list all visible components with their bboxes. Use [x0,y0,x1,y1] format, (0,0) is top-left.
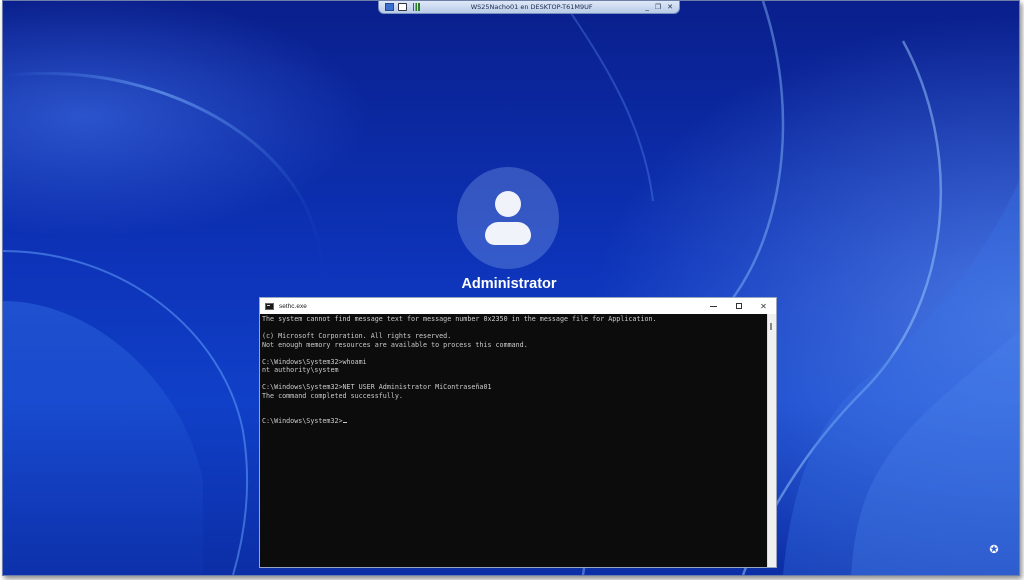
remote-desktop-frame: WS25Nacho01 en DESKTOP-T61M9UF _ ❐ ✕ Adm… [2,0,1020,576]
console-window-title: sethc.exe [279,302,307,310]
console-app-icon [265,302,274,310]
lock-screen-username: Administrator [461,276,557,292]
console-cursor [342,422,347,423]
maximize-icon [735,303,742,309]
rdp-connection-bar[interactable]: WS25Nacho01 en DESKTOP-T61M9UF _ ❐ ✕ [378,1,680,14]
console-maximize-button[interactable] [726,298,751,314]
rdp-restore-button[interactable]: ❐ [655,3,661,11]
lock-icon [398,3,407,11]
console-close-button[interactable]: ✕ [751,298,776,314]
accessibility-icon[interactable]: ✪ [987,543,1001,557]
console-line: The command completed successfully. [262,391,403,400]
console-scrollbar[interactable] [767,314,776,567]
console-line: C:\Windows\System32>NET USER Administrat… [262,383,492,391]
console-title-bar[interactable]: sethc.exe ✕ [260,298,776,314]
pin-icon[interactable] [385,3,394,11]
console-line: C:\Windows\System32>whoami [262,357,367,366]
minimize-icon [710,305,717,307]
console-line: (c) Microsoft Corporation. All rights re… [262,332,452,340]
signal-icon[interactable] [411,3,420,11]
console-output[interactable]: The system cannot find message text for … [262,315,766,567]
console-line: C:\Windows\System32> [262,417,766,426]
console-line: The system cannot find message text for … [262,315,657,323]
avatar-head [495,191,521,217]
rdp-title: WS25Nacho01 en DESKTOP-T61M9UF [470,3,593,11]
rdp-minimize-button[interactable]: _ [645,3,649,11]
user-avatar-icon [457,167,559,269]
avatar-body [485,222,531,245]
console-line: nt authority\system [262,366,339,374]
rdp-close-button[interactable]: ✕ [667,3,673,11]
console-line: Not enough memory resources are availabl… [262,340,528,349]
console-scroll-thumb[interactable] [770,323,772,330]
console-minimize-button[interactable] [701,298,726,314]
console-window[interactable]: sethc.exe ✕ The system cannot find messa… [259,297,777,568]
